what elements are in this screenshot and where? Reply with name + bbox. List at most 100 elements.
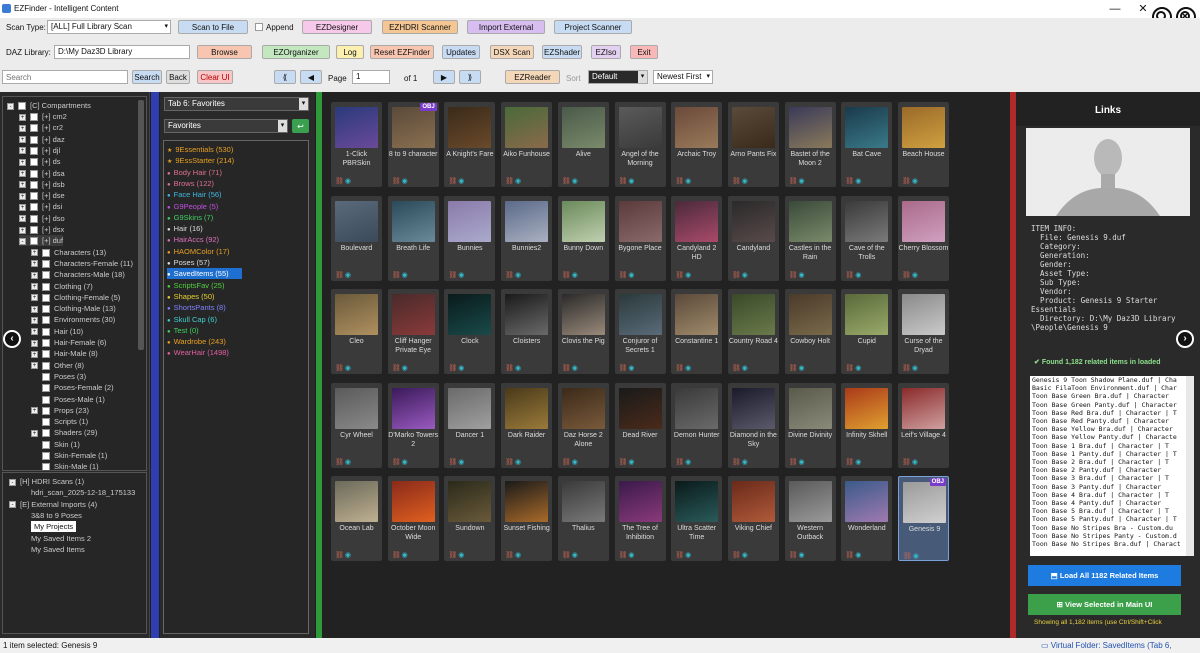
favorite-item[interactable]: ● Body Hair (71) (167, 167, 222, 178)
favorite-item[interactable]: ● G9People (5) (167, 201, 218, 212)
tree-item[interactable]: - [+] duf (19, 235, 64, 247)
import-tree-item[interactable]: My Saved Items (31, 544, 85, 555)
content-tile[interactable]: Cleo ⛓◉ (331, 289, 382, 374)
related-item[interactable]: Toon Base 3 Bra.duf | Character | T (1032, 474, 1186, 482)
content-tile[interactable]: Ultra Scatter Time ⛓◉ (671, 476, 723, 561)
content-tile[interactable]: Daz Horse 2 Alone ⛓◉ (557, 382, 609, 468)
tree-scrollbar[interactable] (138, 100, 144, 350)
tree-item[interactable]: Poses-Female (2) (31, 382, 114, 393)
clear-ui-button[interactable]: Clear UI (197, 70, 233, 84)
related-item[interactable]: Toon Base No Stripes Bra.duf | Charact (1032, 540, 1186, 548)
related-item[interactable]: Toon Base 1 Panty.duf | Character | T (1032, 450, 1186, 458)
log-button[interactable]: Log (336, 45, 364, 59)
import-tree-item[interactable]: - [E] External Imports (4) (9, 499, 97, 510)
import-tree-item[interactable]: hdri_scan_2025-12-18_175133 (31, 487, 135, 498)
related-item[interactable]: Toon Base 5 Bra.duf | Character | T (1032, 507, 1186, 515)
content-tile[interactable]: Cowboy Holt ⛓◉ (784, 289, 836, 374)
tree-item[interactable]: + Characters-Female (11) (31, 258, 133, 269)
content-tile[interactable]: Breath Life ⛓◉ (387, 195, 439, 281)
compartments-tree[interactable]: - [C] Compartments + [+] cm2 + [+] cr2 + [+] d… (2, 96, 147, 471)
first-page-button[interactable]: ⟪ (274, 70, 296, 84)
tree-item[interactable]: + [+] djl (19, 145, 60, 156)
related-item[interactable]: Toon Base 1 Bra.duf | Character | T (1032, 442, 1186, 450)
import-tree-item[interactable]: My Saved Items 2 (31, 533, 91, 544)
related-item[interactable]: Toon Base Red Panty.duf | Character (1032, 417, 1186, 425)
related-scrollbar[interactable] (1186, 376, 1194, 556)
daz-library-field[interactable]: D:\My Daz3D Library (54, 45, 190, 59)
minimize-button[interactable]: — (1100, 0, 1130, 18)
favorite-item[interactable]: ● ShortsPants (8) (167, 302, 226, 313)
tree-item[interactable]: Skin (1) (31, 439, 80, 450)
tree-item[interactable]: + Other (8) (31, 360, 84, 371)
sort-select[interactable]: Default ▾ (588, 70, 648, 84)
favorite-item[interactable]: ● Brows (122) (167, 178, 214, 189)
append-checkbox[interactable] (255, 23, 263, 31)
tree-item[interactable]: Skin-Female (1) (31, 450, 107, 461)
favorite-item[interactable]: ● Skull Cap (6) (167, 314, 217, 325)
content-tile[interactable]: Bunnies ⛓◉ (444, 195, 496, 281)
related-item[interactable]: Toon Base 2 Bra.duf | Character | T (1032, 458, 1186, 466)
content-tile[interactable]: Bunny Down ⛓◉ (557, 195, 609, 281)
content-tile[interactable]: Viking Chief ⛓◉ (727, 476, 779, 561)
content-tile[interactable]: Cyr Wheel ⛓◉ (331, 382, 382, 468)
content-tile[interactable]: Clock ⛓◉ (444, 289, 496, 374)
tree-item[interactable]: + [+] dsi (19, 201, 62, 212)
content-tile[interactable]: Dead River ⛓◉ (614, 382, 666, 468)
content-tile[interactable]: D'Marko Towers 2 ⛓◉ (387, 382, 439, 468)
content-tile[interactable]: Angel of the Morning ⛓◉ (614, 102, 666, 187)
left-splitter[interactable] (151, 92, 159, 638)
tree-item[interactable]: + Shaders (29) (31, 427, 97, 438)
next-page-button[interactable]: ▶ (433, 70, 455, 84)
related-item[interactable]: Toon Base Yellow Bra.duf | Character (1032, 425, 1186, 433)
tree-item[interactable]: + [+] dsa (19, 168, 65, 179)
ezorganizer-button[interactable]: EZOrganizer (262, 45, 330, 59)
favorite-item[interactable]: ● HAOMColor (17) (167, 246, 229, 257)
favorite-item[interactable]: ● HairAccs (92) (167, 234, 219, 245)
content-tile[interactable]: Cherry Blossom ⛓◉ (898, 195, 949, 281)
favorites-list[interactable]: ★ 9Essentials (530) ★ 9EssStarter (214) ● Bod… (163, 140, 309, 634)
order-select[interactable]: Newest First ▾ (653, 70, 713, 84)
favorite-item[interactable]: ● Hair (16) (167, 223, 203, 234)
import-tree-item[interactable]: 3&8 to 9 Poses (31, 510, 82, 521)
imports-tree[interactable]: - [H] HDRI Scans (1) hdri_scan_2025-12-18_… (2, 472, 147, 634)
tree-item[interactable]: + Props (23) (31, 405, 89, 416)
related-item[interactable]: Toon Base Green Panty.duf | Character (1032, 401, 1186, 409)
favorite-item[interactable]: ★ 9EssStarter (214) (167, 155, 234, 166)
related-item[interactable]: Toon Base 4 Bra.duf | Character | T (1032, 491, 1186, 499)
content-tile[interactable]: Diamond in the Sky ⛓◉ (727, 382, 779, 468)
scan-type-select[interactable]: [ALL] Full Library Scan ▾ (47, 20, 171, 34)
content-tile[interactable]: Castles in the Rain ⛓◉ (784, 195, 836, 281)
content-tile[interactable]: Alive ⛓◉ (557, 102, 609, 187)
favorite-item[interactable]: ● Shapes (50) (167, 291, 214, 302)
tree-item[interactable]: + Hair (10) (31, 326, 83, 337)
related-item[interactable]: Toon Base Red Bra.duf | Character | T (1032, 409, 1186, 417)
favorite-item[interactable]: ● Wardrobe (243) (167, 336, 226, 347)
related-items-list[interactable]: Genesis 9 Toon Shadow Plane.duf | Cha Bas… (1030, 376, 1186, 556)
project-scanner-button[interactable]: Project Scanner (554, 20, 632, 34)
tree-item[interactable]: + [+] cr2 (19, 122, 63, 133)
related-item[interactable]: Toon Base 2 Panty.duf | Character (1032, 466, 1186, 474)
dsx-scan-button[interactable]: DSX Scan (490, 45, 534, 59)
content-tile[interactable]: Beach House ⛓◉ (898, 102, 949, 187)
content-tile[interactable]: A Knight's Fare ⛓◉ (444, 102, 496, 187)
tree-item[interactable]: + Environments (30) (31, 314, 115, 325)
view-selected-button[interactable]: ⊞ View Selected in Main UI (1028, 594, 1181, 615)
content-tile[interactable]: Ocean Lab ⛓◉ (331, 476, 382, 561)
scan-to-file-button[interactable]: Scan to File (178, 20, 248, 34)
related-item[interactable]: Toon Base 5 Panty.duf | Character | T (1032, 515, 1186, 523)
content-tile[interactable]: Bastet of the Moon 2 ⛓◉ (784, 102, 836, 187)
exit-button[interactable]: Exit (630, 45, 658, 59)
content-tile[interactable]: OBJ 8 to 9 character ⛓◉ (387, 102, 439, 187)
eziso-button[interactable]: EZIso (591, 45, 621, 59)
content-tile[interactable]: Demon Hunter ⛓◉ (671, 382, 723, 468)
tree-item[interactable]: + [+] ds (19, 156, 61, 167)
content-tile[interactable]: Cupid ⛓◉ (841, 289, 893, 374)
content-tile[interactable]: The Tree of Inhibition ⛓◉ (614, 476, 666, 561)
content-tile[interactable]: Candyland ⛓◉ (727, 195, 779, 281)
tree-item[interactable]: Poses (3) (31, 371, 86, 382)
related-item[interactable]: Basic FilaToon Environment.duf | Char (1032, 384, 1186, 392)
content-tile[interactable]: 1-Click PBRSkin ⛓◉ (331, 102, 382, 187)
tree-item[interactable]: Poses-Male (1) (31, 394, 105, 405)
last-page-button[interactable]: ⟫ (459, 70, 481, 84)
tree-item[interactable]: + [+] dso (19, 213, 65, 224)
